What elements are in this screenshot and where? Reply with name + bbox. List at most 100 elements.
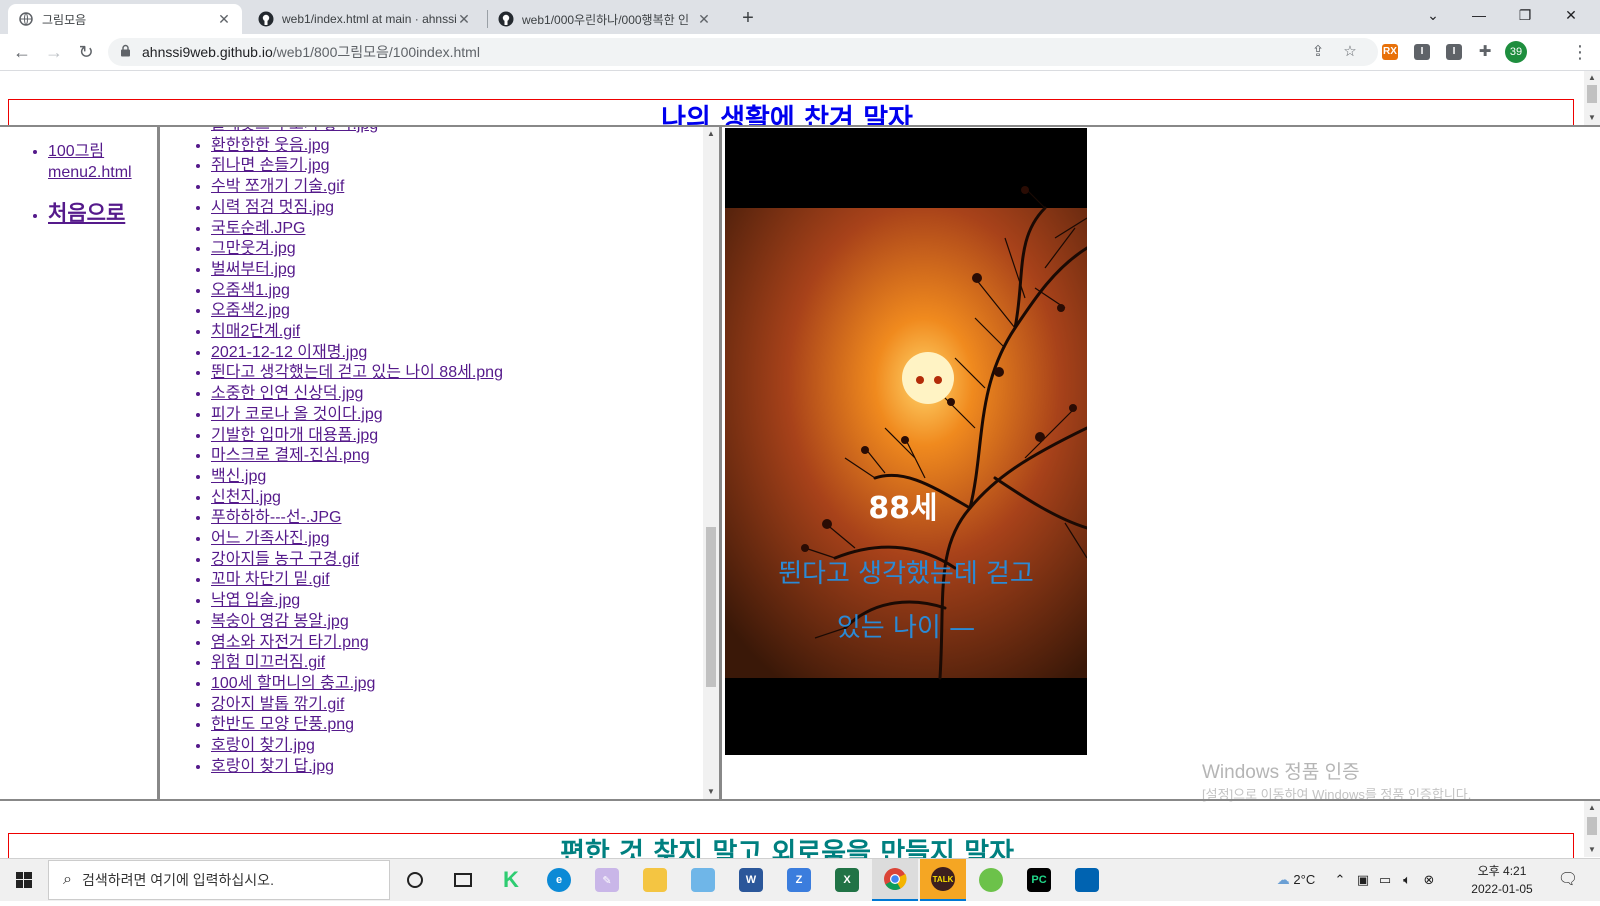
notification-icon[interactable]: 🗨︎: [1548, 859, 1588, 901]
file-link[interactable]: 뛴다고 생각했는데 걷고 있는 나이 88세.png: [211, 364, 503, 381]
scroll-up-icon[interactable]: ▲: [703, 127, 719, 141]
display-icon[interactable]: ▭: [1374, 859, 1396, 901]
edge-icon[interactable]: e: [536, 859, 582, 901]
file-link[interactable]: 호랑이 찾기 답.jpg: [211, 758, 334, 775]
bottom-title-link[interactable]: 편한 것 찾지 말고 외로움을 만들지 말자: [0, 831, 1574, 859]
file-link[interactable]: 푸하하하---선-.JPG: [211, 509, 341, 526]
file-link[interactable]: 강아지들 농구 구경.gif: [211, 551, 359, 568]
file-link[interactable]: 쥐나면 손들기.jpg: [211, 157, 330, 174]
menu-link-100menu2[interactable]: 100그림menu2.html: [48, 141, 140, 183]
search-icon: ⌕: [63, 871, 72, 888]
tab-active[interactable]: 그림모음 ✕: [8, 4, 242, 34]
list-item: 복숭아 영감 봉알.jpg: [211, 612, 503, 633]
word-icon[interactable]: W: [728, 859, 774, 901]
file-link[interactable]: 치매2단계.gif: [211, 323, 300, 340]
address-bar[interactable]: ahnssi9web.github.io/web1/800그림모음/100ind…: [108, 38, 1378, 66]
file-link[interactable]: 어느 가족사진.jpg: [211, 530, 330, 547]
file-link[interactable]: 꼬마 차단기 밑.gif: [211, 571, 330, 588]
chevron-up-icon[interactable]: ⌃: [1328, 859, 1352, 901]
excel-icon[interactable]: X: [824, 859, 870, 901]
menu-link-home[interactable]: 처음으로: [48, 202, 125, 225]
task-view-icon[interactable]: [440, 859, 486, 901]
pycharm-icon[interactable]: PC: [1016, 859, 1062, 901]
minimize-button[interactable]: —: [1456, 0, 1502, 30]
reload-button[interactable]: ↻: [72, 38, 100, 66]
file-link[interactable]: 강아지 발톱 깎기.gif: [211, 696, 344, 713]
file-link[interactable]: 100세 할머니의 충고.jpg: [211, 675, 375, 692]
paint-icon[interactable]: ✎: [584, 859, 630, 901]
file-link[interactable]: 피가 코로나 올 것이다.jpg: [211, 406, 383, 423]
extension-icon[interactable]: I: [1414, 44, 1430, 60]
close-icon[interactable]: ✕: [216, 11, 232, 28]
scroll-up-icon[interactable]: ▲: [1584, 801, 1600, 815]
scroll-down-icon[interactable]: ▼: [703, 785, 719, 799]
editor-app-icon[interactable]: Z: [776, 859, 822, 901]
file-link[interactable]: 벌써부터.jpg: [211, 261, 296, 278]
file-link[interactable]: 호랑이 찾기.jpg: [211, 737, 315, 754]
volume-icon[interactable]: 🔈︎: [1396, 859, 1418, 901]
scroll-down-icon[interactable]: ▼: [1584, 111, 1600, 125]
network-icon[interactable]: ▣: [1352, 859, 1374, 901]
file-link[interactable]: 염소와 자전거 타기.png: [211, 634, 369, 651]
file-link[interactable]: 국토순례.JPG: [211, 220, 305, 237]
file-link[interactable]: 소중한 인연 신상덕.jpg: [211, 385, 363, 402]
photos-icon[interactable]: [1064, 859, 1110, 901]
page-title-link[interactable]: 나의 생활에 찬겨 말자: [0, 97, 1574, 125]
scroll-up-icon[interactable]: ▲: [1584, 71, 1600, 85]
clock[interactable]: 오후 4:21 2022-01-05: [1464, 862, 1540, 898]
file-link[interactable]: 환한한한 웃음.jpg: [211, 137, 330, 154]
file-explorer-icon[interactable]: [632, 859, 678, 901]
file-link[interactable]: 시력 점검 멋짐.jpg: [211, 199, 334, 216]
scroll-thumb[interactable]: [1587, 85, 1597, 103]
forward-button[interactable]: →: [40, 38, 68, 66]
scroll-down-icon[interactable]: ▼: [1584, 843, 1600, 857]
file-link[interactable]: 오줌색2.jpg: [211, 302, 290, 319]
weather-widget[interactable]: ☁ 2°C: [1264, 859, 1328, 901]
cortana-icon[interactable]: [392, 859, 438, 901]
tab-search-icon[interactable]: ⌄: [1410, 0, 1456, 30]
menu-icon[interactable]: ⋮: [1570, 38, 1590, 66]
scrollbar[interactable]: ▲ ▼: [1584, 71, 1600, 125]
file-link[interactable]: 기발한 입마개 대용품.jpg: [211, 427, 378, 444]
file-link[interactable]: 수박 쪼개기 기술.gif: [211, 178, 344, 195]
tab-github-index[interactable]: web1/index.html at main · ahnssi9 ✕: [248, 4, 482, 34]
share-icon[interactable]: ⇪: [1304, 38, 1332, 66]
lock-icon[interactable]: [120, 44, 134, 60]
file-link[interactable]: 한반도 모양 단풍.png: [211, 716, 354, 733]
puzzle-icon[interactable]: ✚: [1477, 44, 1493, 60]
windows-start-icon[interactable]: [0, 859, 48, 901]
tab-github-folder[interactable]: web1/000우린하나/000행복한 인 ✕: [488, 4, 722, 34]
kakaotalk-icon[interactable]: TALK: [920, 859, 966, 901]
notes-app-icon[interactable]: [680, 859, 726, 901]
close-icon[interactable]: ✕: [696, 11, 712, 28]
extension-rx-icon[interactable]: RX: [1382, 44, 1398, 60]
taskbar-search-input[interactable]: ⌕ 검색하려면 여기에 입력하십시오.: [48, 860, 390, 900]
mute-icon[interactable]: ⊗: [1418, 859, 1440, 901]
list-item: 2021-12-12 이재명.jpg: [211, 343, 503, 364]
chrome-icon[interactable]: [872, 859, 918, 901]
scroll-thumb[interactable]: [706, 527, 716, 687]
extension-icon[interactable]: I: [1446, 44, 1462, 60]
file-link[interactable]: 신천지.jpg: [211, 489, 281, 506]
scroll-thumb[interactable]: [1587, 817, 1597, 835]
green-app-icon[interactable]: [968, 859, 1014, 901]
close-icon[interactable]: ✕: [456, 11, 472, 28]
close-window-button[interactable]: ✕: [1548, 0, 1594, 30]
file-link[interactable]: 그만웃겨.jpg: [211, 240, 296, 257]
scrollbar[interactable]: ▲ ▼: [703, 127, 719, 799]
restore-button[interactable]: ❐: [1502, 0, 1548, 30]
app-k-icon[interactable]: K: [488, 859, 534, 901]
file-link[interactable]: 오줌색1.jpg: [211, 282, 290, 299]
file-link[interactable]: 마스크로 결제-진심.png: [211, 447, 370, 464]
file-link[interactable]: 2021-12-12 이재명.jpg: [211, 344, 367, 361]
file-link[interactable]: 백신.jpg: [211, 468, 266, 485]
back-button[interactable]: ←: [8, 38, 36, 66]
star-icon[interactable]: ☆: [1336, 38, 1364, 66]
profile-avatar[interactable]: 39: [1505, 41, 1527, 63]
scrollbar[interactable]: ▲ ▼: [1584, 801, 1600, 857]
file-link[interactable]: 위험 미끄러짐.gif: [211, 654, 325, 671]
file-link[interactable]: 복숭아 영감 봉알.jpg: [211, 613, 349, 630]
new-tab-button[interactable]: +: [736, 6, 760, 30]
file-link[interactable]: 불쾌웃으니 보기 좋다.jpg: [211, 127, 378, 133]
file-link[interactable]: 낙엽 입술.jpg: [211, 592, 300, 609]
